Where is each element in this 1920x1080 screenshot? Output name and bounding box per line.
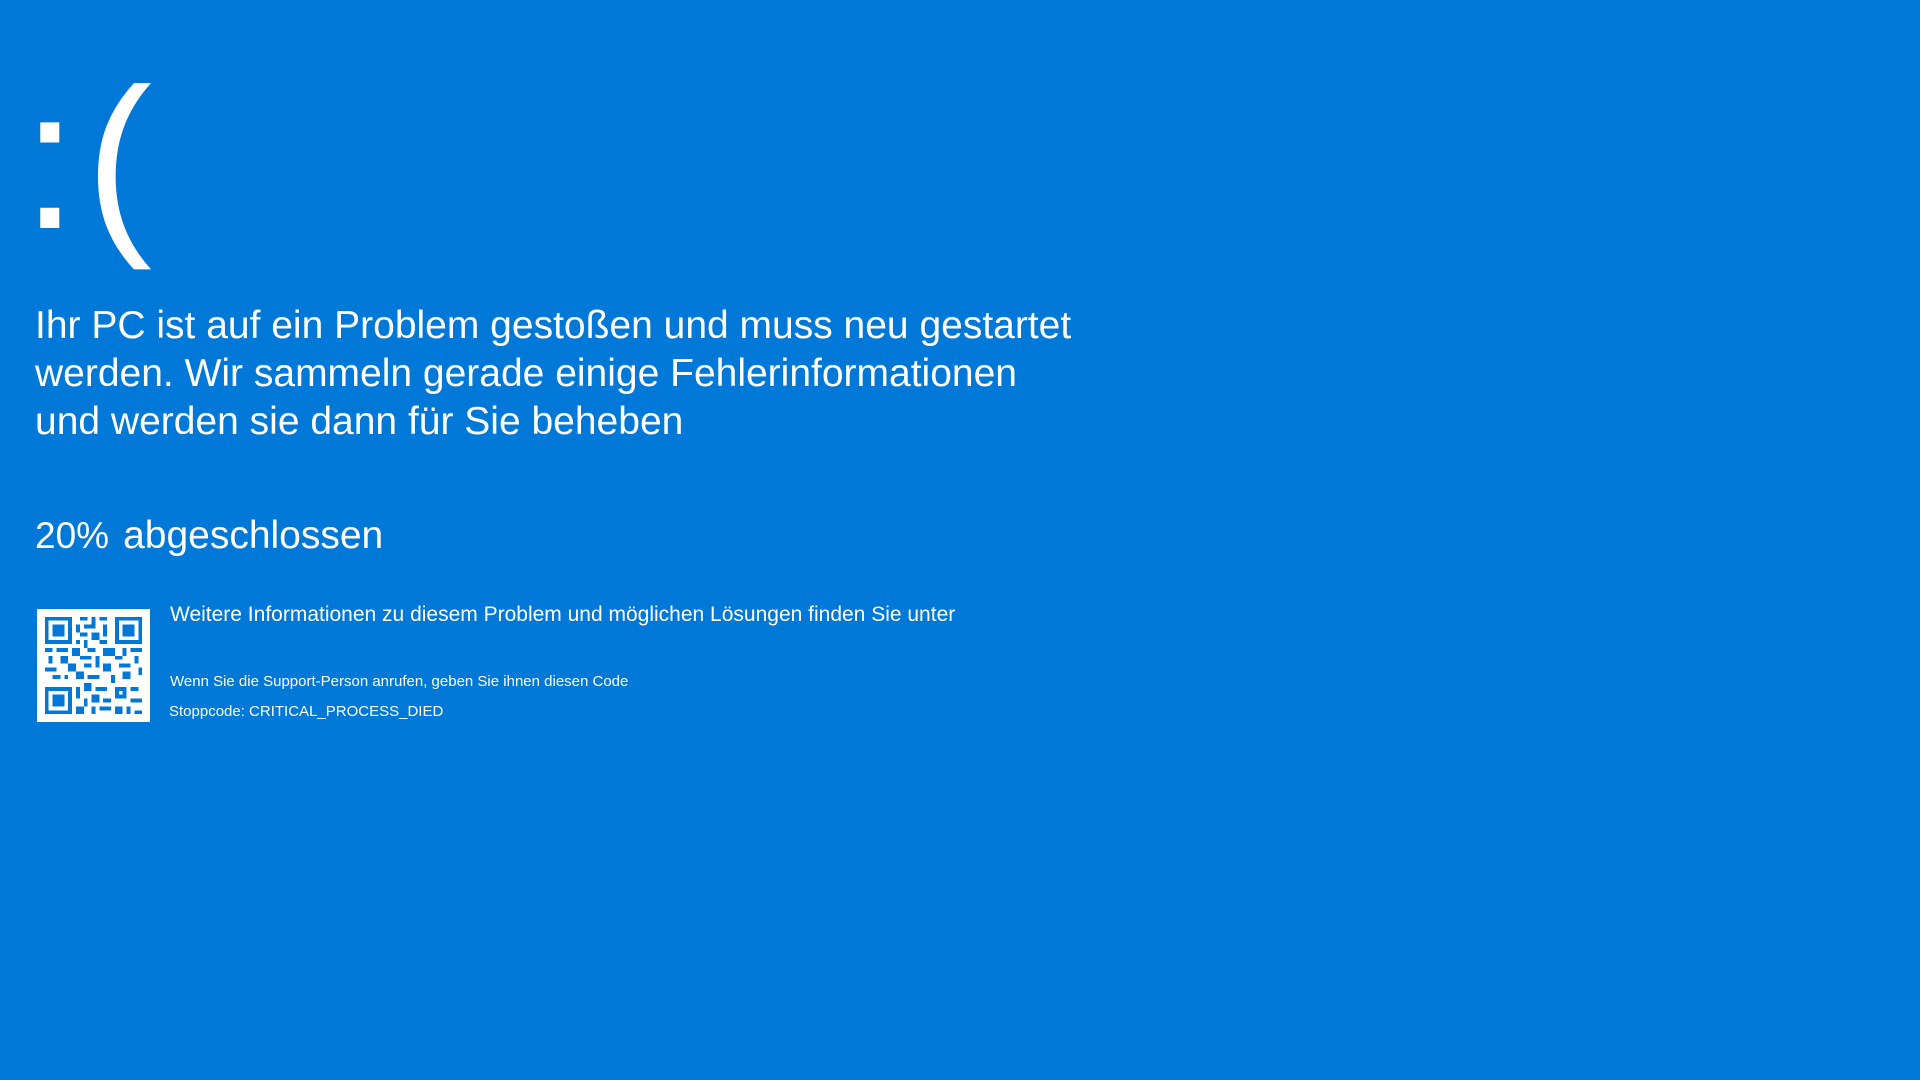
progress-status: 20% abgeschlossen xyxy=(35,512,383,560)
support-contact-text: Wenn Sie die Support-Person anrufen, geb… xyxy=(170,673,629,690)
progress-percent: 20% xyxy=(35,515,110,556)
more-info-text: Weitere Informationen zu diesem Problem … xyxy=(170,603,956,626)
qr-code-icon xyxy=(37,609,150,722)
stop-code: Stoppcode: CRITICAL_PROCESS_DIED xyxy=(169,703,444,720)
progress-label: abgeschlossen xyxy=(123,514,384,557)
error-message-line-3: und werden sie dann für Sie beheben xyxy=(35,400,684,443)
sad-face-emoticon: :( xyxy=(22,48,161,271)
error-message: Ihr PC ist auf ein Problem gestoßen und … xyxy=(35,302,1072,446)
error-message-line-1: Ihr PC ist auf ein Problem gestoßen und … xyxy=(35,304,1072,347)
error-message-line-2: werden. Wir sammeln gerade einige Fehler… xyxy=(35,352,1017,395)
